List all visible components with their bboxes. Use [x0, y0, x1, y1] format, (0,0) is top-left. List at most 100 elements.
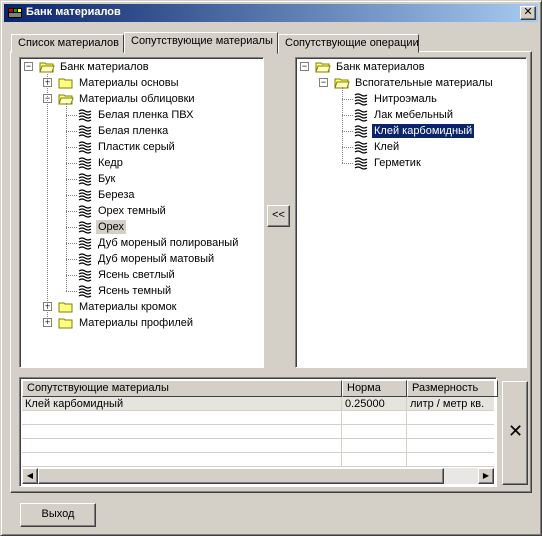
tree-connector [342, 99, 353, 100]
tree-group[interactable]: + Материалы профилей [20, 315, 263, 331]
tree-connector [66, 211, 77, 212]
table-row[interactable] [22, 425, 494, 439]
scroll-thumb[interactable] [38, 468, 444, 484]
cell-norm[interactable] [342, 425, 407, 439]
cell-norm[interactable] [342, 411, 407, 425]
title-bar[interactable]: Банк материалов ✕ [4, 4, 538, 22]
tree-group[interactable]: − Материалы облицовки [20, 91, 263, 107]
close-icon[interactable]: ✕ [520, 6, 536, 20]
tree-item-label: Лак мебельный [374, 109, 453, 121]
scroll-right-icon[interactable]: ▶ [478, 468, 494, 484]
collapse-icon[interactable]: − [24, 62, 33, 71]
cell-material[interactable] [22, 439, 342, 453]
table-row[interactable] [22, 453, 494, 467]
tree-item-label: Банк материалов [336, 61, 425, 73]
cell-norm[interactable] [342, 453, 407, 467]
material-icon [353, 155, 369, 171]
tree-item-label: Ясень светлый [98, 269, 175, 281]
tree-item[interactable]: Герметик [296, 155, 526, 171]
cell-material[interactable]: Клей карбомидный [22, 397, 342, 411]
tree-item-label: Пластик серый [98, 141, 175, 153]
cell-norm[interactable] [342, 439, 407, 453]
tree-item[interactable]: Орех темный [20, 203, 263, 219]
cell-unit[interactable]: литр / метр кв. [407, 397, 498, 411]
table-row[interactable] [22, 439, 494, 453]
cell-unit[interactable] [407, 411, 498, 425]
tree-group[interactable]: + Материалы кромок [20, 299, 263, 315]
material-icon [353, 107, 369, 123]
tree-item[interactable]: Нитроэмаль [296, 91, 526, 107]
tree-item[interactable]: Белая пленка ПВХ [20, 107, 263, 123]
cell-norm[interactable]: 0.25000 [342, 397, 407, 411]
cell-unit[interactable] [407, 425, 498, 439]
tree-connector [342, 87, 343, 163]
tree-item[interactable]: Орех [20, 219, 263, 235]
materials-tree[interactable]: − Банк материалов + Материалы основы − Матери… [19, 57, 264, 368]
folder-icon [58, 299, 74, 315]
material-icon [353, 123, 369, 139]
window-title: Банк материалов [26, 6, 121, 18]
tree-connector [342, 163, 353, 164]
table-row[interactable] [22, 411, 494, 425]
tree-group[interactable]: + Материалы основы [20, 75, 263, 91]
cell-material[interactable] [22, 453, 342, 467]
tree-item-label: Банк материалов [60, 61, 149, 73]
material-icon [77, 283, 93, 299]
column-header-unit[interactable]: Размерность [407, 380, 498, 397]
horizontal-scrollbar[interactable]: ◀ ▶ [22, 468, 494, 484]
tree-item-label: Орех темный [98, 205, 166, 217]
tab-related-materials[interactable]: Сопутствующие материалы [124, 32, 278, 54]
add-related-button[interactable]: << [267, 205, 290, 227]
tree-item[interactable]: Клей [296, 139, 526, 155]
material-icon [77, 139, 93, 155]
auxiliary-tree[interactable]: − Банк материалов − Вспогательные материалы… [295, 57, 527, 368]
material-icon [353, 91, 369, 107]
tab-related-operations[interactable]: Сопутствующие операции [278, 34, 419, 53]
folder-icon [58, 315, 74, 331]
tree-item-label: Ясень темный [98, 285, 172, 297]
related-materials-table[interactable]: Сопутствующие материалы Норма Размерност… [19, 377, 498, 487]
tree-item[interactable]: Дуб мореный полированый [20, 235, 263, 251]
cell-material[interactable] [22, 425, 342, 439]
tree-item-label: Материалы профилей [79, 317, 194, 329]
tree-item[interactable]: Лак мебельный [296, 107, 526, 123]
folder-open-icon [39, 59, 55, 75]
tree-item[interactable]: Белая пленка [20, 123, 263, 139]
tree-group[interactable]: − Вспогательные материалы [296, 75, 526, 91]
exit-button[interactable]: Выход [20, 503, 96, 527]
tree-connector [66, 115, 77, 116]
tree-item[interactable]: Дуб мореный матовый [20, 251, 263, 267]
tree-item[interactable]: Кедр [20, 155, 263, 171]
folder-icon [58, 75, 74, 91]
scroll-left-icon[interactable]: ◀ [22, 468, 38, 484]
tree-item[interactable]: Ясень светлый [20, 267, 263, 283]
cell-unit[interactable] [407, 453, 498, 467]
collapse-icon[interactable]: − [319, 78, 328, 87]
material-icon [77, 251, 93, 267]
collapse-icon[interactable]: − [300, 62, 309, 71]
tree-root[interactable]: − Банк материалов [296, 59, 526, 75]
material-icon [77, 187, 93, 203]
column-header-material[interactable]: Сопутствующие материалы [22, 380, 342, 397]
tree-item[interactable]: Ясень темный [20, 283, 263, 299]
tree-item[interactable]: Клей карбомидный [296, 123, 526, 139]
table-header: Сопутствующие материалы Норма Размерност… [22, 380, 498, 397]
tree-item-label: Герметик [374, 157, 421, 169]
tree-connector [66, 147, 77, 148]
tree-connector [66, 275, 77, 276]
material-icon [77, 219, 93, 235]
tab-materials-list[interactable]: Список материалов [11, 34, 124, 53]
material-icon [77, 235, 93, 251]
column-header-norm[interactable]: Норма [342, 380, 407, 397]
tree-item[interactable]: Пластик серый [20, 139, 263, 155]
delete-button[interactable]: ✕ [502, 381, 528, 485]
cell-unit[interactable] [407, 439, 498, 453]
tree-item[interactable]: Бук [20, 171, 263, 187]
tree-item-label: Орех [96, 220, 127, 234]
cell-material[interactable] [22, 411, 342, 425]
table-row[interactable]: Клей карбомидный 0.25000 литр / метр кв. [22, 397, 494, 411]
tree-item-label: Дуб мореный матовый [98, 253, 215, 265]
tree-item[interactable]: Береза [20, 187, 263, 203]
tree-root[interactable]: − Банк материалов [20, 59, 263, 75]
tree-connector [47, 74, 48, 323]
